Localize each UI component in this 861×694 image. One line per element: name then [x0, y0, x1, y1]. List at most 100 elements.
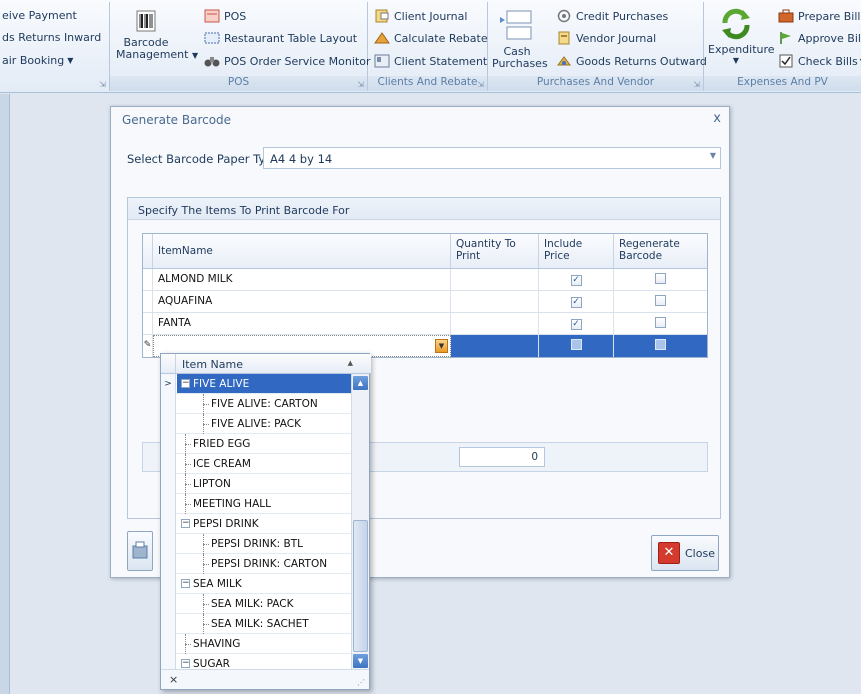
list-item[interactable]: − PEPSI DRINK — [161, 514, 351, 534]
close-button-label: Close — [685, 546, 715, 560]
group-caption-clients: Clients And Rebate — [368, 76, 487, 91]
flag-icon — [780, 32, 791, 44]
column-header-quantity[interactable]: Quantity To Print — [451, 234, 539, 268]
list-item[interactable]: MEETING HALL — [161, 494, 351, 514]
quantity-cell[interactable] — [451, 291, 539, 312]
table-row[interactable]: ALMOND MILK ✓ — [143, 269, 707, 291]
dialog-title: Generate Barcode — [122, 113, 232, 127]
booking-item[interactable]: air Booking ▼ — [2, 54, 73, 67]
goods-returns-outward-item[interactable]: Goods Returns Outward — [556, 54, 707, 68]
quantity-cell[interactable] — [451, 313, 539, 334]
quantity-cell[interactable] — [451, 269, 539, 290]
receive-payment-item[interactable]: eive Payment — [2, 9, 77, 22]
row-indicator — [143, 313, 153, 334]
table-row[interactable]: FANTA ✓ — [143, 313, 707, 335]
expenditure-label: Expenditure — [708, 43, 775, 56]
row-indicator — [161, 414, 176, 434]
close-button[interactable]: ✕ Close — [651, 535, 719, 571]
list-item[interactable]: FIVE ALIVE: CARTON — [161, 394, 351, 414]
cash-purchases-button[interactable]: Cash Purchases — [492, 7, 548, 70]
list-item-label: PEPSI DRINK — [193, 518, 259, 530]
credit-purchases-item[interactable]: Credit Purchases — [556, 9, 668, 23]
item-name-cell[interactable]: FANTA — [153, 313, 451, 334]
calculate-rebate-item[interactable]: Calculate Rebate — [374, 31, 488, 45]
chevron-down-icon[interactable]: ▼ — [710, 151, 716, 160]
table-row[interactable]: AQUAFINA ✓ — [143, 291, 707, 313]
barcode-icon — [136, 10, 156, 32]
regenerate-checkbox[interactable] — [655, 273, 666, 284]
list-item[interactable]: ICE CREAM — [161, 454, 351, 474]
group-launcher-icon[interactable]: ⇲ — [99, 80, 106, 89]
include-price-checkbox[interactable]: ✓ — [570, 275, 582, 286]
list-item[interactable]: PEPSI DRINK: CARTON — [161, 554, 351, 574]
goods-returns-inward-item[interactable]: ds Returns Inward — [2, 31, 101, 44]
dropdown-scrollbar[interactable]: ▲ ▼ — [351, 374, 369, 670]
tree-branch — [185, 644, 191, 645]
collapse-icon[interactable]: − — [181, 519, 190, 528]
list-item[interactable]: LIPTON — [161, 474, 351, 494]
tree-branch — [185, 504, 191, 505]
paper-type-select[interactable]: A4 4 by 14 ▼ — [263, 147, 721, 169]
row-indicator: > — [161, 374, 176, 394]
collapse-icon[interactable]: − — [181, 379, 190, 388]
pos-item[interactable]: POS — [204, 9, 246, 23]
list-item[interactable]: SEA MILK: PACK — [161, 594, 351, 614]
refresh-arrows-icon — [722, 8, 750, 40]
collapse-icon[interactable]: − — [181, 659, 190, 668]
printer-icon — [132, 541, 148, 559]
tree-branch — [203, 624, 209, 625]
resize-grip-icon[interactable]: ⋰ — [357, 678, 365, 687]
close-icon[interactable]: x — [713, 111, 721, 126]
dropdown-tree-list: > − FIVE ALIVE FIVE ALIVE: CARTON FIVE ALIVE… — [161, 374, 351, 670]
column-header-itemname[interactable]: ItemName — [153, 234, 451, 268]
column-header-item-name[interactable]: Item Name ▲ — [176, 354, 371, 373]
group-launcher-icon[interactable]: ⇲ — [693, 80, 700, 89]
approve-bill-item[interactable]: Approve Bill — [778, 31, 861, 45]
list-item[interactable]: − SEA MILK — [161, 574, 351, 594]
collapse-icon[interactable]: − — [181, 579, 190, 588]
vendor-journal-item[interactable]: Vendor Journal — [556, 31, 656, 45]
list-item-label: FIVE ALIVE: CARTON — [211, 398, 318, 410]
scroll-thumb[interactable] — [353, 520, 368, 652]
client-journal-item[interactable]: Client Journal — [374, 9, 467, 23]
row-indicator — [161, 614, 176, 634]
include-price-checkbox[interactable] — [570, 339, 582, 350]
column-header-regenerate[interactable]: Regenerate Barcode — [614, 234, 707, 268]
pencil-icon: ✎ — [143, 335, 153, 357]
group-launcher-icon[interactable]: ⇲ — [357, 80, 364, 89]
dropdown-arrow-icon[interactable]: ▼ — [435, 339, 448, 353]
scroll-up-icon[interactable]: ▲ — [353, 376, 368, 390]
pos-order-service-monitor-item[interactable]: POS Order Service Monitor — [204, 54, 371, 68]
column-header-include-price[interactable]: Include Price — [539, 234, 614, 268]
client-statement-item[interactable]: Client Statement — [374, 54, 487, 68]
list-item[interactable]: − SUGAR — [161, 654, 351, 670]
include-price-checkbox[interactable]: ✓ — [570, 319, 582, 330]
ribbon-group-clients: Client Journal Calculate Rebate Client S… — [368, 2, 488, 91]
expenditure-button[interactable]: Expenditure ▼ — [708, 7, 775, 66]
quantity-cell[interactable] — [451, 335, 539, 357]
ribbon: eive Payment ds Returns Inward air Booki… — [0, 0, 861, 93]
include-price-checkbox[interactable]: ✓ — [570, 297, 582, 308]
regenerate-checkbox[interactable] — [655, 295, 666, 306]
check-bills-item[interactable]: Check Bills▼ — [778, 54, 861, 68]
barcode-management-button[interactable]: Barcode Management ▼ — [116, 8, 198, 62]
print-button[interactable] — [127, 531, 153, 571]
prepare-bills-item[interactable]: Prepare Bills — [778, 9, 861, 23]
dropdown-header-indicator — [161, 354, 176, 373]
clear-icon[interactable]: × — [169, 673, 178, 686]
list-item[interactable]: PEPSI DRINK: BTL — [161, 534, 351, 554]
list-item[interactable]: SHAVING — [161, 634, 351, 654]
tree-branch — [185, 464, 191, 465]
regenerate-checkbox[interactable] — [655, 339, 666, 350]
list-item[interactable]: SEA MILK: SACHET — [161, 614, 351, 634]
list-item[interactable]: FIVE ALIVE: PACK — [161, 414, 351, 434]
group-launcher-icon[interactable]: ⇲ — [477, 80, 484, 89]
scroll-down-icon[interactable]: ▼ — [353, 654, 368, 668]
restaurant-table-layout-item[interactable]: Restaurant Table Layout — [204, 31, 357, 45]
item-name-cell[interactable]: ALMOND MILK — [153, 269, 451, 290]
regenerate-checkbox[interactable] — [655, 317, 666, 328]
list-item[interactable]: > − FIVE ALIVE — [161, 374, 351, 394]
item-name-cell[interactable]: AQUAFINA — [153, 291, 451, 312]
include-price-cell: ✓ — [539, 269, 614, 290]
list-item[interactable]: FRIED EGG — [161, 434, 351, 454]
